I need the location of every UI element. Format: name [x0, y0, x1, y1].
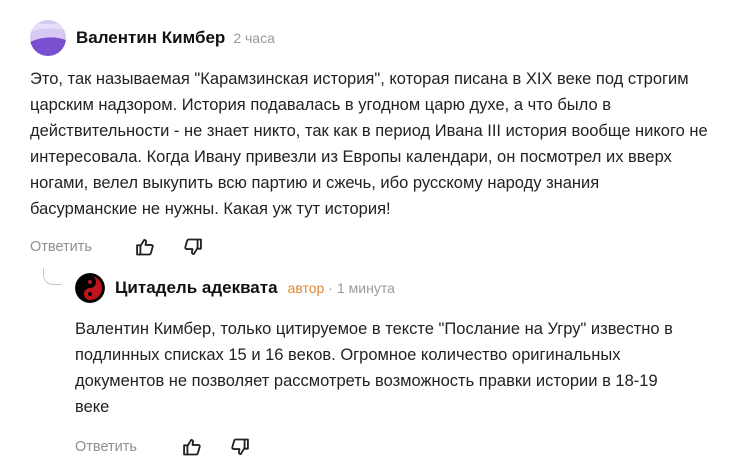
comment-actions: Ответить — [75, 436, 735, 458]
meta-separator: · — [328, 280, 333, 296]
comment: Валентин Кимбер 2 часа Это, так называем… — [30, 18, 730, 258]
avatar[interactable] — [75, 273, 105, 303]
avatar[interactable] — [30, 20, 66, 56]
reply-button[interactable]: Ответить — [30, 239, 92, 255]
author-badge: автор — [287, 280, 325, 296]
thumbs-down-icon[interactable] — [182, 236, 204, 258]
comment-header: Цитадель адеквата автор · 1 минута — [75, 268, 735, 308]
comment-text: Валентин Кимбер, только цитируемое в тек… — [75, 320, 673, 416]
thumbs-down-icon[interactable] — [229, 436, 251, 458]
comment-text: Это, так называемая "Карамзинская истори… — [30, 70, 708, 218]
reply-comment: Цитадель адеквата автор · 1 минута Вален… — [75, 268, 735, 458]
comment-header: Валентин Кимбер 2 часа — [30, 18, 730, 58]
thumbs-up-icon[interactable] — [134, 236, 156, 258]
comment-time: 1 минута — [336, 280, 395, 296]
reply-button[interactable]: Ответить — [75, 439, 137, 455]
author-name[interactable]: Валентин Кимбер — [76, 28, 225, 48]
comment-actions: Ответить — [30, 236, 730, 258]
comment-time: 2 часа — [233, 30, 275, 46]
thumbs-up-icon[interactable] — [181, 436, 203, 458]
author-name[interactable]: Цитадель адеквата — [115, 278, 278, 298]
thread-connector — [43, 268, 62, 285]
